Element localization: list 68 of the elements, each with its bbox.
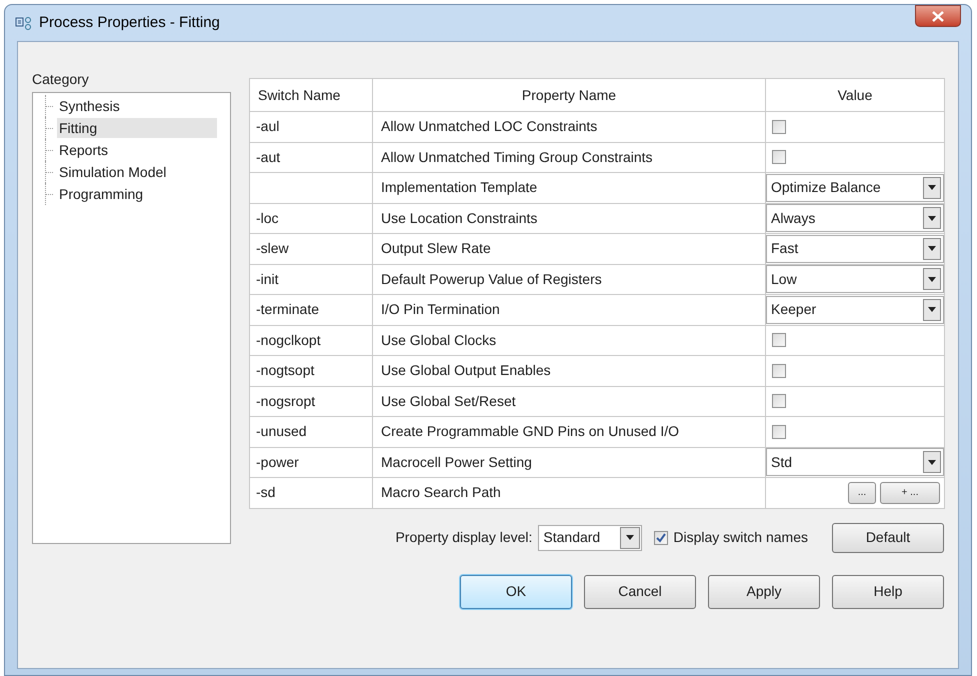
table-cell: Use Location Constraints xyxy=(372,203,766,234)
table-cell: Create Programmable GND Pins on Unused I/O xyxy=(372,416,766,447)
close-button[interactable] xyxy=(915,5,961,27)
dialog-button[interactable]: OK xyxy=(460,574,572,608)
dropdown-arrow-icon xyxy=(928,307,936,312)
table-cell: Implementation Template xyxy=(372,172,766,203)
value-dropdown[interactable]: Std xyxy=(766,448,944,476)
table-cell: -sd xyxy=(250,478,372,508)
table-cell: -loc xyxy=(250,203,372,234)
dropdown-arrow-icon xyxy=(626,535,634,540)
checkbox[interactable] xyxy=(772,333,786,348)
dropdown-arrow-icon xyxy=(928,185,936,190)
table-cell: Default Powerup Value of Registers xyxy=(372,264,766,294)
table-cell: Output Slew Rate xyxy=(372,234,766,264)
column-header: Switch Name xyxy=(250,78,372,112)
dialog-button[interactable]: Cancel xyxy=(584,574,696,608)
table-cell: -nogclkopt xyxy=(250,325,372,356)
dropdown-arrow-icon xyxy=(928,276,936,282)
table-cell: Use Global Set/Reset xyxy=(372,386,766,416)
table-cell: Macro Search Path xyxy=(372,478,766,508)
value-dropdown[interactable]: Optimize Balance xyxy=(766,174,944,202)
dropdown-arrow-icon xyxy=(928,216,936,221)
dialog-button[interactable]: Apply xyxy=(708,574,820,608)
dropdown-arrow-icon xyxy=(928,460,936,465)
checkbox[interactable] xyxy=(772,394,786,408)
dialog-button[interactable]: Help xyxy=(832,574,944,608)
tree-item[interactable]: Synthesis xyxy=(57,96,217,116)
column-header: Property Name xyxy=(372,78,766,112)
checkbox[interactable] xyxy=(772,364,786,378)
value-dropdown[interactable]: Always xyxy=(766,204,944,232)
properties-icon xyxy=(15,15,33,31)
browse-button[interactable]: ... xyxy=(848,482,876,504)
table-cell: Use Global Clocks xyxy=(372,325,766,356)
table-cell: -aul xyxy=(250,112,372,142)
default-button[interactable]: Default xyxy=(832,522,944,552)
checkbox[interactable] xyxy=(772,424,786,439)
tree-item[interactable]: Fitting xyxy=(57,118,217,138)
checkbox[interactable] xyxy=(772,120,786,134)
table-cell: I/O Pin Termination xyxy=(372,294,766,325)
table-cell: Macrocell Power Setting xyxy=(372,447,766,478)
checkbox[interactable] xyxy=(772,150,786,164)
checkbox-label: Display switch names xyxy=(673,528,808,547)
category-label: Category xyxy=(32,70,90,89)
table-cell: -nogsropt xyxy=(250,386,372,416)
table-cell: -init xyxy=(250,264,372,294)
checkbox[interactable] xyxy=(654,530,668,544)
value-dropdown[interactable]: Keeper xyxy=(766,296,944,324)
tree-item[interactable]: Programming xyxy=(57,184,217,204)
table-cell: -slew xyxy=(250,234,372,264)
tree-item[interactable]: Reports xyxy=(57,140,217,160)
table-cell: Allow Unmatched LOC Constraints xyxy=(372,112,766,142)
table-cell: Allow Unmatched Timing Group Constraints xyxy=(372,142,766,172)
table-cell: -aut xyxy=(250,142,372,172)
browse-button[interactable]: + ... xyxy=(880,482,940,504)
table-cell: -power xyxy=(250,447,372,478)
table-cell: -nogtsopt xyxy=(250,356,372,386)
value-dropdown[interactable]: Low xyxy=(766,265,944,294)
tree-item[interactable]: Simulation Model xyxy=(57,162,217,182)
table-cell: Use Global Output Enables xyxy=(372,356,766,386)
dropdown-arrow-icon xyxy=(928,246,936,252)
close-icon xyxy=(932,10,944,22)
column-header: Value xyxy=(766,78,944,112)
display-level-label: Property display level: xyxy=(395,528,532,547)
display-level-dropdown[interactable]: Standard xyxy=(538,524,642,550)
table-cell: -unused xyxy=(250,416,372,447)
window-title: Process Properties - Fitting xyxy=(39,12,220,33)
value-dropdown[interactable]: Fast xyxy=(766,234,944,263)
table-cell: -terminate xyxy=(250,294,372,325)
